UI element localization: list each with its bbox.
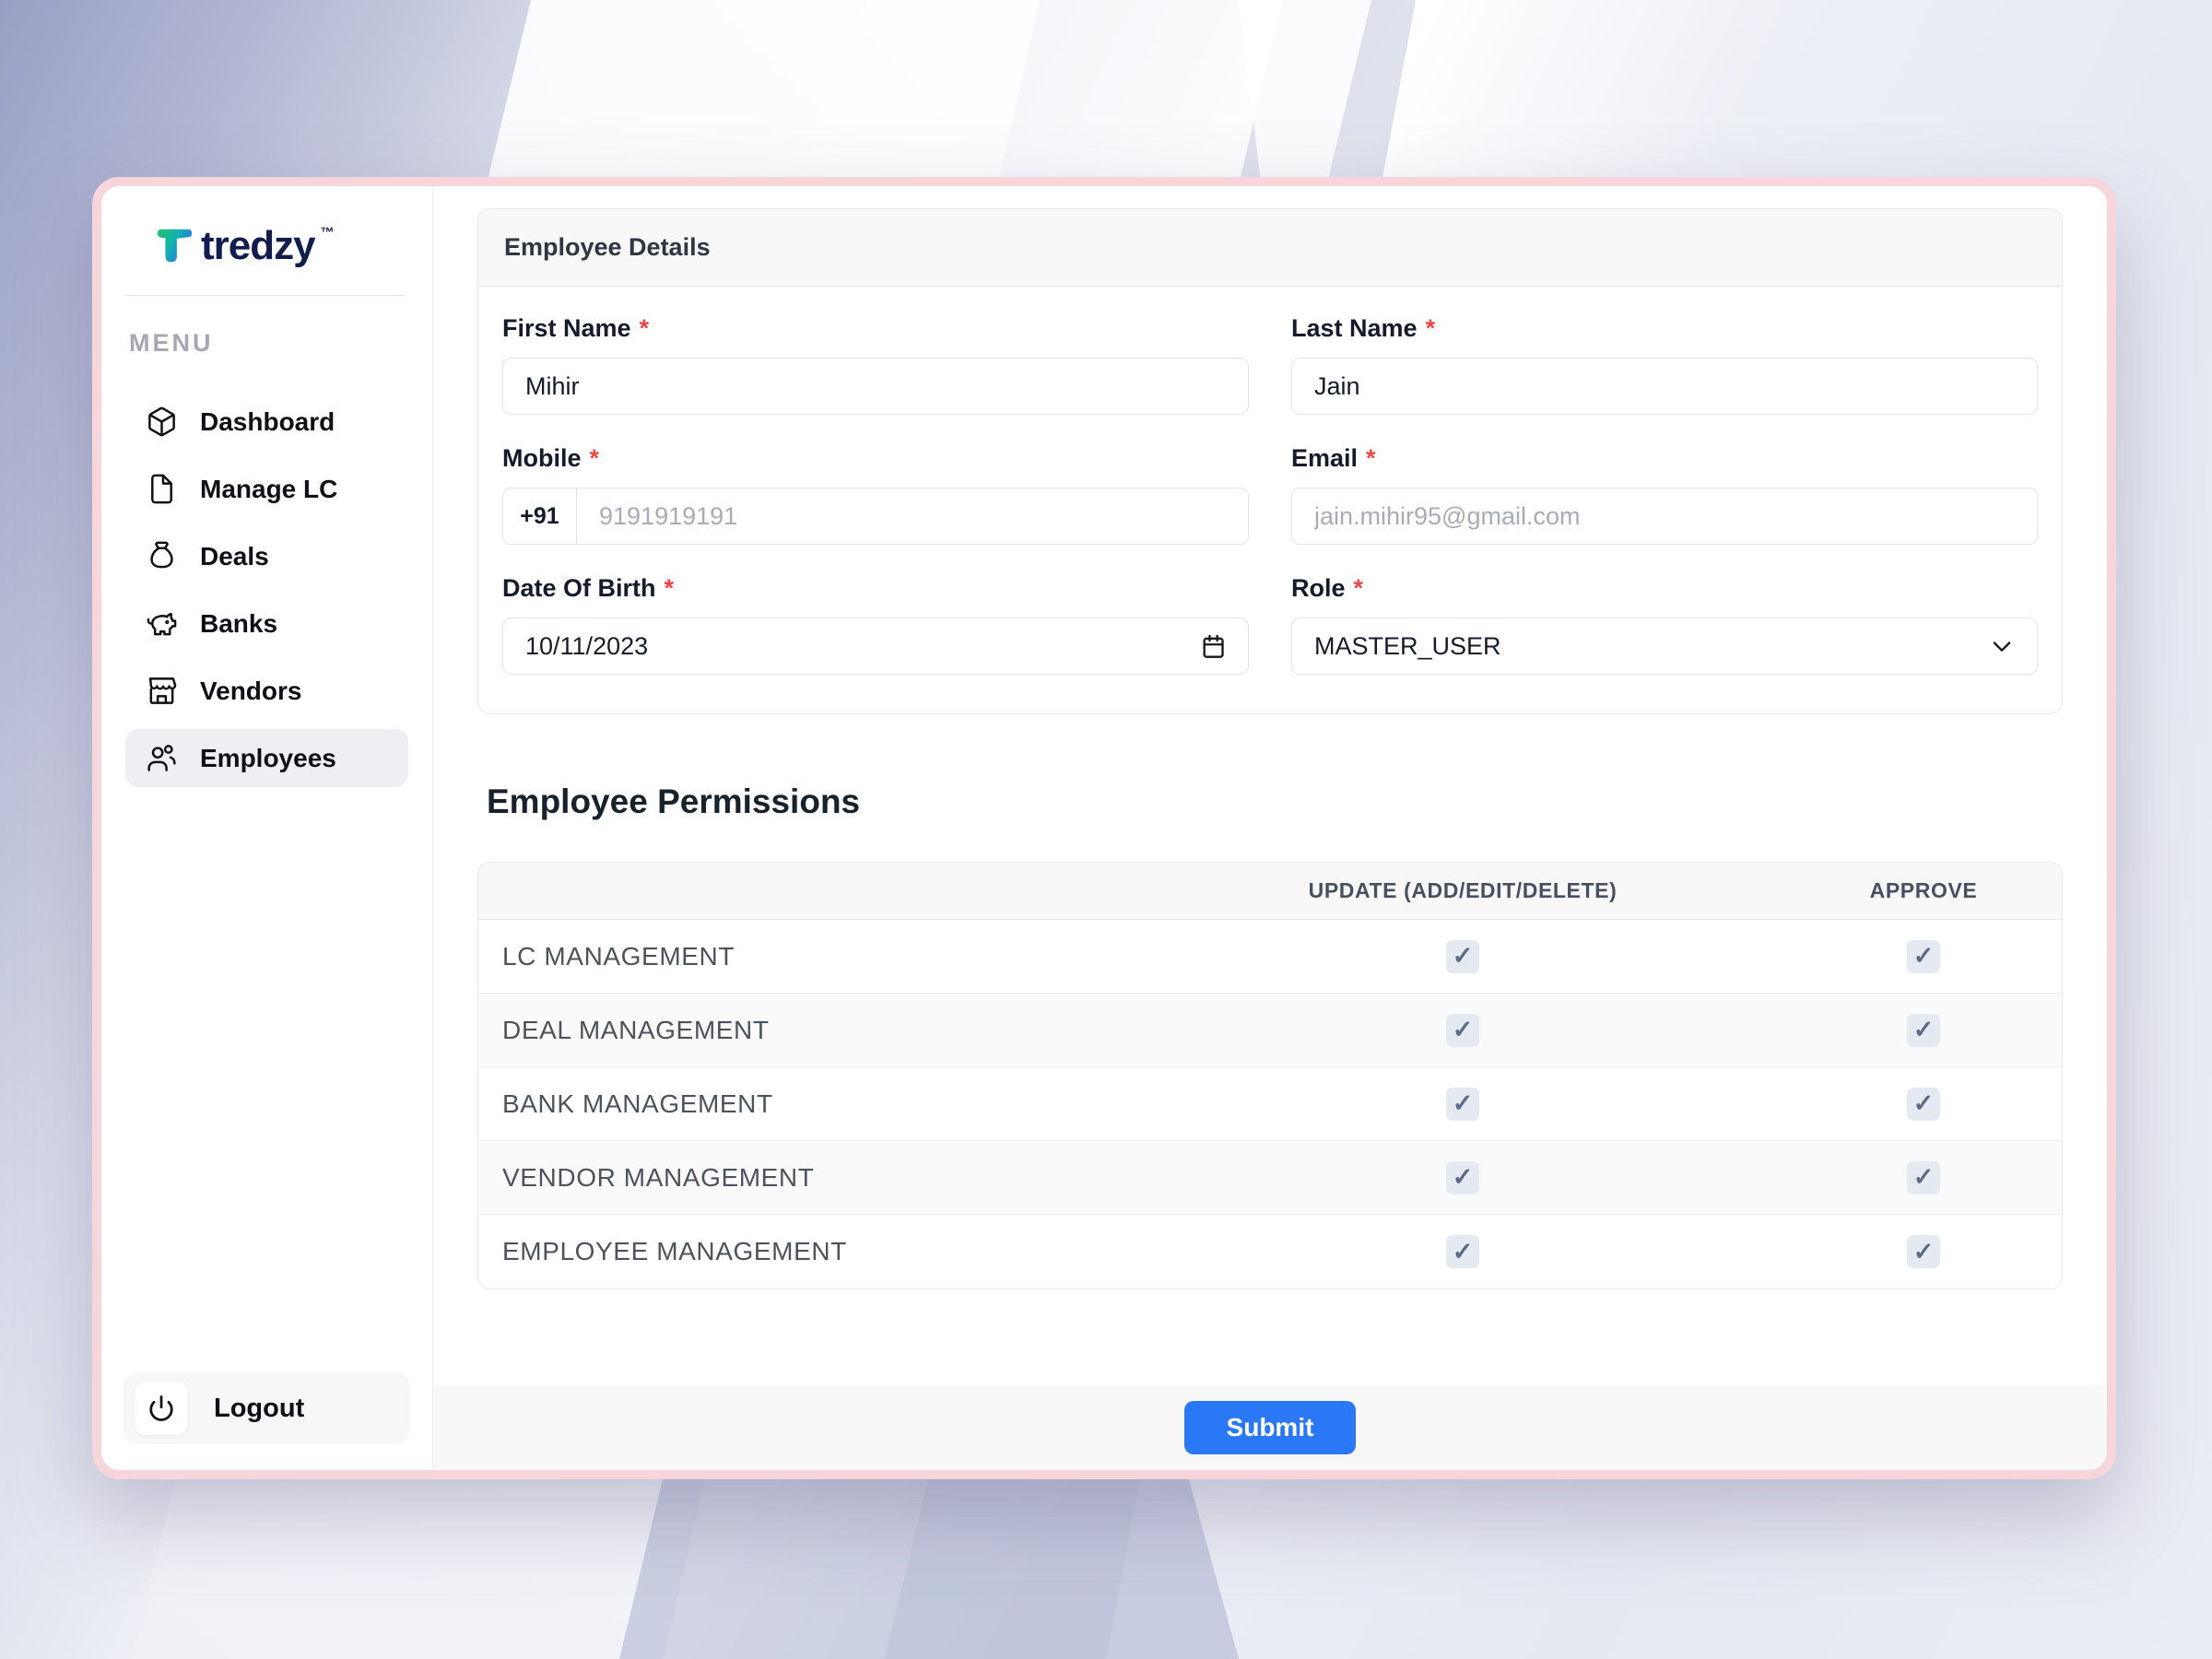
update-checkbox[interactable]: ✓ xyxy=(1446,1160,1479,1194)
desktop-background: tredzy ™ MENU Dashboard Manage LC Deals Ban… xyxy=(0,0,2212,1659)
last-name-label: Last Name * xyxy=(1291,314,1436,342)
permission-name: BANK MANAGEMENT xyxy=(502,1088,773,1118)
update-checkbox[interactable]: ✓ xyxy=(1446,1087,1479,1121)
brand-name: tredzy xyxy=(201,223,316,268)
permissions-row: EMPLOYEE MANAGEMENT ✓ ✓ xyxy=(478,1215,2062,1288)
first-name-field-group: First Name * xyxy=(502,314,1249,415)
approve-checkbox[interactable]: ✓ xyxy=(1907,939,1940,973)
sidebar-item-deals[interactable]: Deals xyxy=(125,527,408,585)
mobile-label: Mobile * xyxy=(502,444,600,472)
permissions-row: VENDOR MANAGEMENT ✓ ✓ xyxy=(478,1141,2062,1215)
approve-checkbox[interactable]: ✓ xyxy=(1907,1235,1940,1268)
main-content: Employee Details First Name* Last Name* … xyxy=(433,186,2107,1470)
permission-name: VENDOR MANAGEMENT xyxy=(502,1162,815,1192)
sidebar: tredzy ™ MENU Dashboard Manage LC Deals Ban… xyxy=(101,186,433,1470)
permissions-row: DEAL MANAGEMENT ✓ ✓ xyxy=(478,994,2062,1067)
email-input[interactable] xyxy=(1291,488,2038,545)
required-asterisk: * xyxy=(639,314,650,342)
role-selected-value: MASTER_USER xyxy=(1314,631,1501,660)
power-icon xyxy=(135,1382,188,1435)
permission-name: EMPLOYEE MANAGEMENT xyxy=(502,1237,847,1265)
sidebar-item-banks[interactable]: Banks xyxy=(125,594,408,653)
dob-label: Date Of Birth * xyxy=(502,574,675,602)
first-name-label: First Name * xyxy=(502,314,650,342)
role-label: Role * xyxy=(1291,574,1364,602)
users-icon xyxy=(147,745,176,771)
storefront-icon xyxy=(148,677,177,704)
permission-name: DEAL MANAGEMENT xyxy=(502,1015,770,1044)
approve-column-header: APPROVE xyxy=(1869,878,1978,902)
mobile-country-code: +91 xyxy=(503,488,577,544)
sidebar-item-dashboard[interactable]: Dashboard xyxy=(125,393,408,451)
submit-button[interactable]: Submit xyxy=(1183,1401,1357,1454)
app-window: tredzy ™ MENU Dashboard Manage LC Deals Ban… xyxy=(92,177,2116,1479)
email-field-group: Email * xyxy=(1291,444,2038,545)
permissions-table-header: UPDATE (ADD/EDIT/DELETE) APPROVE xyxy=(478,863,2062,920)
logout-button[interactable]: Logout xyxy=(124,1372,410,1444)
mobile-field-group: Mobile * +91 xyxy=(502,444,1249,545)
file-icon xyxy=(151,474,172,504)
logout-label: Logout xyxy=(214,1393,305,1423)
permissions-row: LC MANAGEMENT ✓ ✓ xyxy=(478,920,2062,994)
required-asterisk: * xyxy=(664,574,675,602)
employee-permissions-title: Employee Permissions xyxy=(487,782,861,820)
sidebar-item-label: Deals xyxy=(200,541,269,571)
sidebar-item-label: Employees xyxy=(200,743,336,772)
permission-name: LC MANAGEMENT xyxy=(502,941,735,971)
required-asterisk: * xyxy=(1353,574,1364,602)
sidebar-divider xyxy=(125,295,405,296)
dob-date-input[interactable]: 10/11/2023 xyxy=(502,618,1249,675)
permissions-table-body: LC MANAGEMENT ✓ ✓ DEAL MANAGEMENT ✓ ✓ BANK MAN… xyxy=(478,920,2062,1288)
form-footer: Submit xyxy=(433,1385,2107,1470)
role-select[interactable]: MASTER_USER xyxy=(1291,618,2038,675)
trademark-symbol: ™ xyxy=(320,225,335,241)
money-bag-icon xyxy=(150,541,173,569)
update-checkbox[interactable]: ✓ xyxy=(1446,1013,1479,1047)
last-name-input[interactable] xyxy=(1291,358,2038,415)
sidebar-item-vendors[interactable]: Vendors xyxy=(125,662,408,720)
employee-details-title: Employee Details xyxy=(478,209,2062,287)
sidebar-item-label: Dashboard xyxy=(200,406,335,436)
chevron-down-icon xyxy=(1993,641,2011,652)
tredzy-logo-icon xyxy=(157,229,193,263)
approve-checkbox[interactable]: ✓ xyxy=(1907,1013,1940,1047)
sidebar-item-employees[interactable]: Employees xyxy=(125,729,408,787)
required-asterisk: * xyxy=(1366,444,1376,472)
cube-icon xyxy=(148,406,175,437)
sidebar-item-label: Vendors xyxy=(200,676,302,705)
employee-details-card: Employee Details First Name* Last Name* … xyxy=(477,208,2063,714)
calendar-icon[interactable] xyxy=(1200,633,1226,659)
required-asterisk: * xyxy=(1425,314,1436,342)
permissions-row: BANK MANAGEMENT ✓ ✓ xyxy=(478,1067,2062,1141)
dob-value: 10/11/2023 xyxy=(525,631,649,660)
permissions-table: UPDATE (ADD/EDIT/DELETE) APPROVE LC MANA… xyxy=(477,862,2063,1289)
sidebar-item-label: Manage LC xyxy=(200,474,338,503)
piggy-bank-icon xyxy=(147,613,177,636)
first-name-input[interactable] xyxy=(502,358,1249,415)
menu-section-label: MENU xyxy=(129,329,214,357)
last-name-field-group: Last Name * xyxy=(1291,314,2038,415)
approve-checkbox[interactable]: ✓ xyxy=(1907,1160,1940,1194)
mobile-input[interactable] xyxy=(577,488,1248,544)
brand-logo: tredzy ™ xyxy=(101,186,432,291)
required-asterisk: * xyxy=(589,444,600,472)
sidebar-menu: Dashboard Manage LC Deals Banks Vendors Emplo… xyxy=(101,393,432,787)
update-checkbox[interactable]: ✓ xyxy=(1446,939,1479,973)
update-column-header: UPDATE (ADD/EDIT/DELETE) xyxy=(1308,878,1618,902)
approve-checkbox[interactable]: ✓ xyxy=(1907,1087,1940,1121)
update-checkbox[interactable]: ✓ xyxy=(1446,1235,1479,1268)
dob-field-group: Date Of Birth * 10/11/2023 xyxy=(502,574,1249,675)
role-field-group: Role * MASTER_USER xyxy=(1291,574,2038,675)
employee-details-form: First Name* Last Name* Mobile* +91 xyxy=(478,287,2062,713)
email-label: Email * xyxy=(1291,444,1376,472)
sidebar-item-manage-lc[interactable]: Manage LC xyxy=(125,460,408,518)
sidebar-item-label: Banks xyxy=(200,608,278,638)
